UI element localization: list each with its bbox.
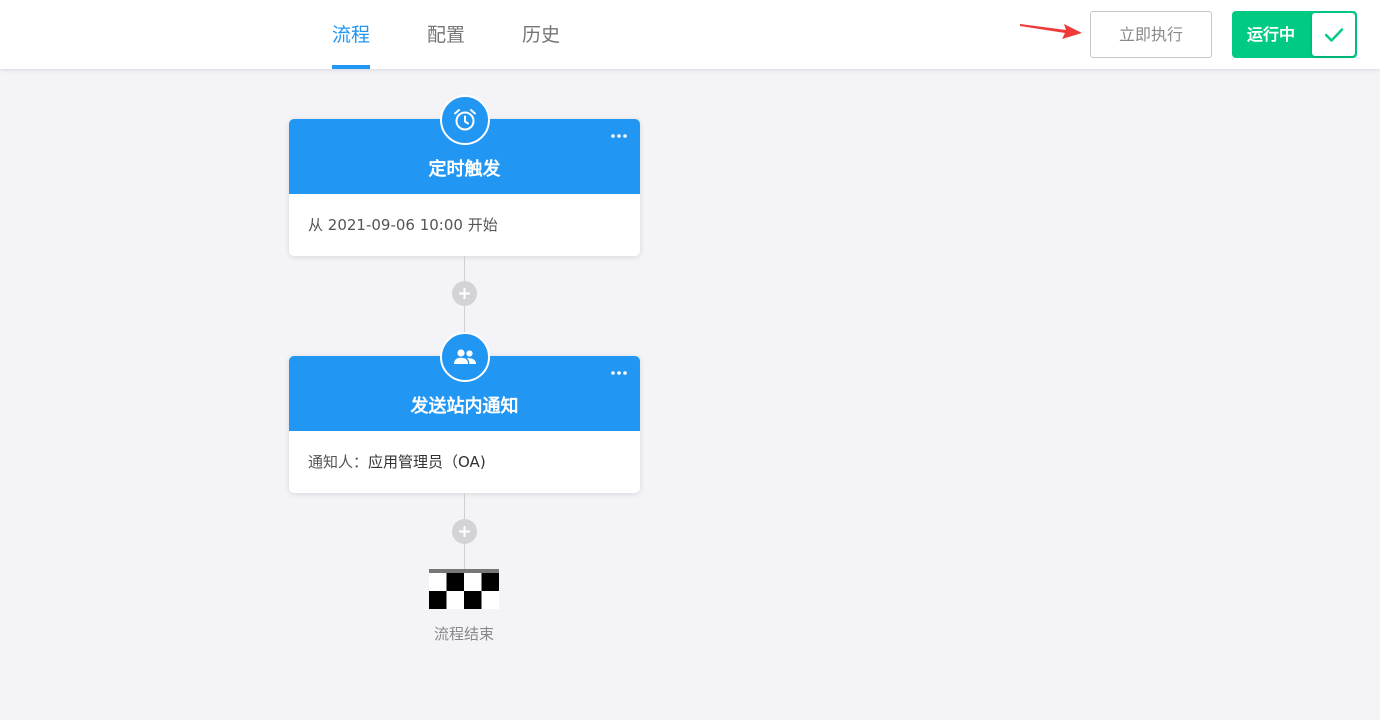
trigger-node-card[interactable]: 定时触发 从 2021-09-06 10:00 开始: [289, 95, 640, 256]
node-summary: 通知人：应用管理员（OA): [289, 431, 640, 493]
status-label: 运行中: [1247, 25, 1296, 44]
alarm-clock-icon: [440, 95, 490, 145]
plus-icon: [459, 288, 470, 299]
flow-end-label: 流程结束: [433, 625, 494, 643]
summary-suffix: 开始: [462, 216, 498, 234]
summary-value: 应用管理员（OA): [368, 453, 486, 471]
node-title: 发送站内通知: [410, 396, 519, 417]
summary-value: 2021-09-06 10:00: [327, 216, 463, 234]
more-options-icon[interactable]: [611, 134, 627, 138]
status-knob: [1312, 13, 1355, 56]
tab-config[interactable]: 配置: [427, 0, 465, 69]
node-title: 定时触发: [428, 159, 501, 180]
add-node-button[interactable]: [452, 519, 477, 544]
add-node-button[interactable]: [452, 281, 477, 306]
tab-flow[interactable]: 流程: [332, 0, 371, 69]
node-summary: 从 2021-09-06 10:00 开始: [289, 194, 640, 256]
top-bar: 流程 配置 历史 立即执行 运行中: [0, 0, 1380, 69]
plus-icon: [459, 526, 470, 537]
tab-bar: 流程 配置 历史: [332, 0, 617, 69]
run-now-button[interactable]: 立即执行: [1090, 11, 1212, 58]
summary-prefix: 从: [308, 216, 328, 234]
summary-prefix: 通知人：: [308, 453, 369, 471]
tab-history[interactable]: 历史: [522, 0, 560, 69]
checkered-flag-icon: [429, 569, 499, 609]
more-options-icon[interactable]: [611, 371, 627, 375]
check-icon: [1324, 27, 1343, 42]
running-status-toggle[interactable]: 运行中: [1232, 11, 1357, 58]
notify-node-header: 发送站内通知: [289, 332, 640, 431]
notify-node-card[interactable]: 发送站内通知 通知人：应用管理员（OA): [289, 332, 640, 493]
annotation-arrow-icon: [1020, 24, 1082, 39]
trigger-node-header: 定时触发: [289, 95, 640, 194]
group-icon: [440, 332, 490, 382]
